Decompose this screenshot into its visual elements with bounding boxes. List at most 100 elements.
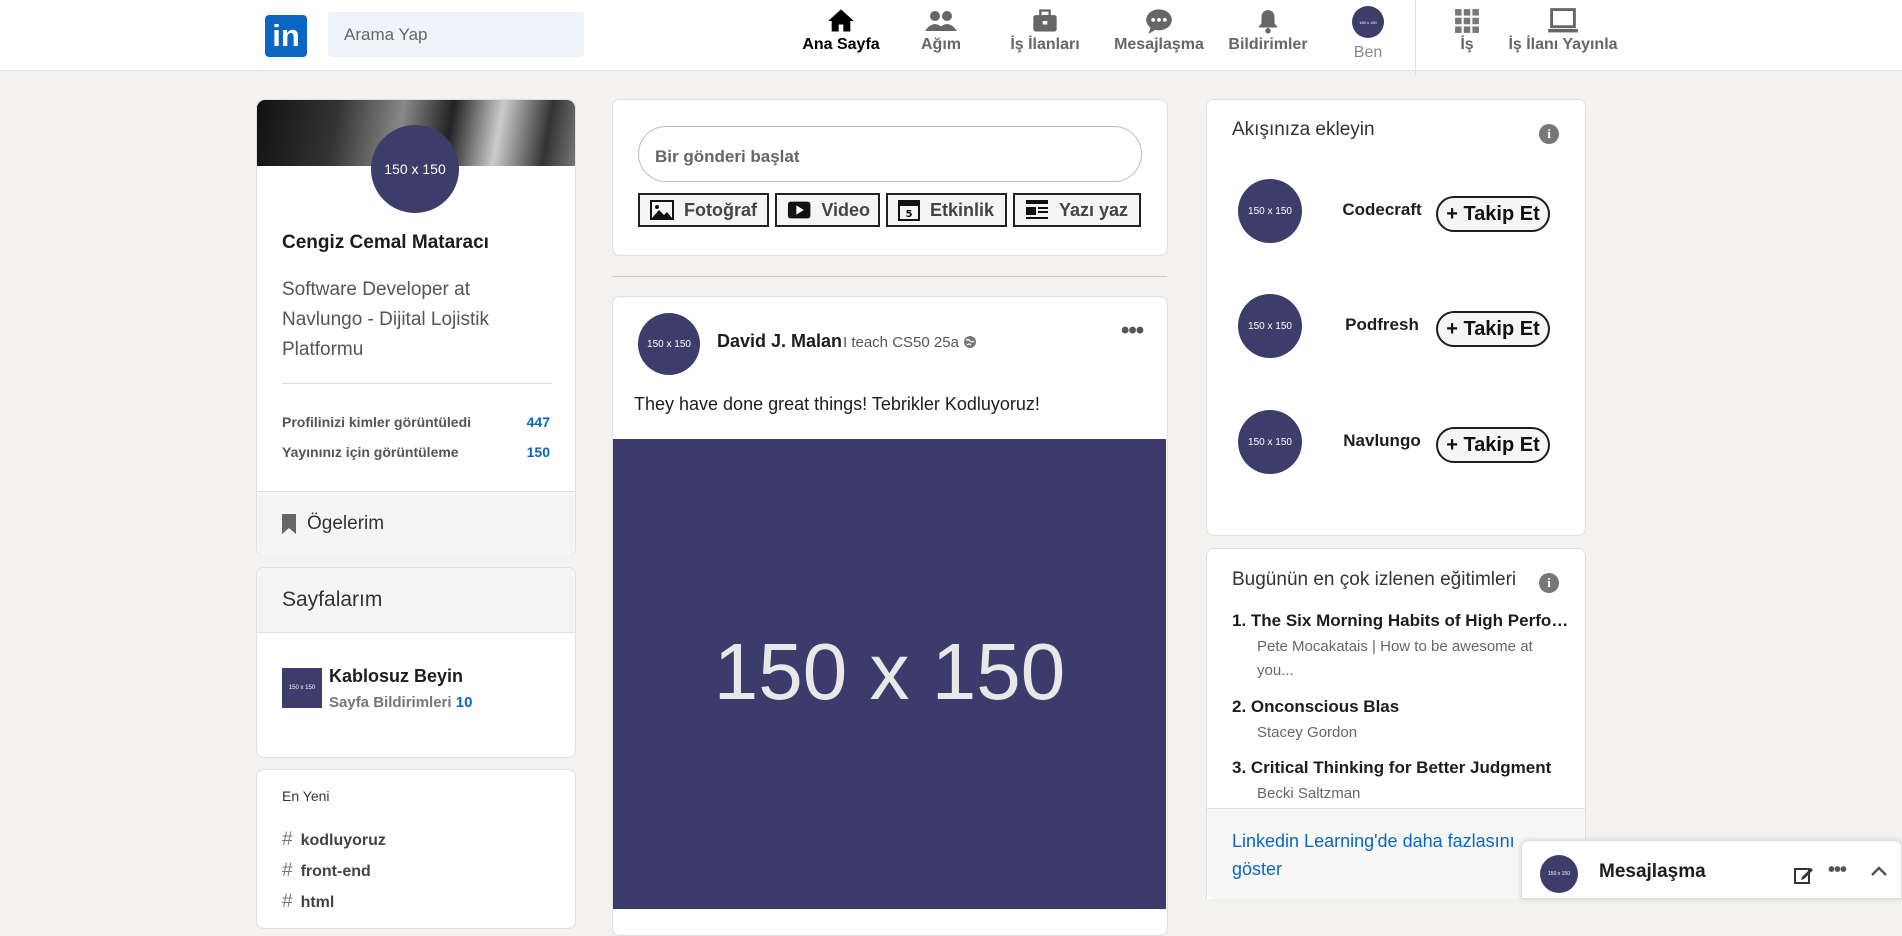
- my-pages-card: Sayfalarım 150 x 150 Kablosuz Beyin Sayf…: [256, 567, 576, 758]
- follow-button[interactable]: + Takip Et: [1436, 311, 1550, 347]
- suggestion-name[interactable]: Codecraft: [1317, 200, 1447, 220]
- nav-home[interactable]: Ana Sayfa: [790, 6, 892, 54]
- post-more-options-button[interactable]: •••: [1121, 317, 1144, 345]
- learning-more-link[interactable]: Linkedin Learning'de daha fazlasını göst…: [1232, 827, 1522, 883]
- home-icon: [828, 9, 854, 32]
- post-image[interactable]: 150 x 150: [613, 439, 1166, 909]
- page-notifications[interactable]: Sayfa Bildirimleri 10: [329, 694, 472, 711]
- pages-header: Sayfalarım: [257, 568, 575, 633]
- stat-profile-views[interactable]: Profilinizi kimler görüntüledi 447: [282, 414, 550, 430]
- search-input[interactable]: [328, 12, 584, 57]
- write-article-label: Yazı yaz: [1059, 199, 1129, 220]
- follow-button[interactable]: + Takip Et: [1436, 427, 1550, 463]
- nav-notifications-label: Bildirimler: [1228, 36, 1308, 53]
- my-items-link[interactable]: Ögelerim: [257, 491, 575, 556]
- info-icon[interactable]: i: [1539, 573, 1559, 593]
- globe-icon: [964, 336, 977, 348]
- page-thumbnail[interactable]: 150 x 150: [282, 668, 322, 708]
- nav-network-label: Ağım: [921, 36, 961, 53]
- profile-name[interactable]: Cengiz Cemal Mataracı: [282, 232, 489, 254]
- stat-value: 150: [526, 444, 550, 460]
- follow-button[interactable]: + Takip Et: [1436, 196, 1550, 232]
- course-item[interactable]: 3. Critical Thinking for Better Judgment…: [1232, 758, 1572, 806]
- article-icon: [1026, 200, 1048, 219]
- messaging-dock[interactable]: 150 x 150 Mesajlaşma •••: [1521, 840, 1902, 899]
- photo-label: Fotoğraf: [684, 199, 757, 220]
- hashtag-label: front-end: [300, 863, 371, 880]
- nav-jobs[interactable]: İş İlanları: [1005, 6, 1085, 54]
- profile-avatar[interactable]: 150 x 150: [371, 125, 459, 213]
- stat-post-views[interactable]: Yayınınız için görüntüleme 150: [282, 444, 550, 460]
- compose-icon[interactable]: [1794, 865, 1814, 885]
- hashtag-item[interactable]: # html: [282, 891, 334, 913]
- post-text: They have done great things! Tebrikler K…: [634, 394, 1040, 414]
- video-label: Video: [821, 199, 870, 220]
- event-button[interactable]: 5 Etkinlik: [886, 193, 1007, 227]
- learning-title: Bugünün en çok izlenen eğitimleri: [1232, 569, 1517, 590]
- hashtag-item[interactable]: # front-end: [282, 860, 371, 882]
- stat-label: Profilinizi kimler görüntüledi: [282, 414, 472, 430]
- pages-title: Sayfalarım: [282, 588, 383, 611]
- messaging-avatar: 150 x 150: [1540, 855, 1578, 893]
- recent-card: En Yeni # kodluyoruz # front-end # html: [256, 769, 576, 929]
- my-items-label: Ögelerim: [307, 513, 385, 534]
- calendar-icon: 5: [898, 200, 920, 221]
- hashtag-label: html: [300, 894, 335, 911]
- course-author: Pete Mocakatais | How to be awesome at y…: [1257, 638, 1533, 679]
- suggestion-avatar[interactable]: 150 x 150: [1238, 294, 1302, 358]
- linkedin-logo[interactable]: in: [265, 15, 307, 57]
- grid-icon: [1455, 9, 1479, 33]
- feed-divider: [612, 276, 1167, 277]
- messaging-title[interactable]: Mesajlaşma: [1599, 861, 1706, 883]
- chevron-up-icon[interactable]: [1870, 865, 1888, 877]
- info-icon[interactable]: i: [1539, 124, 1559, 144]
- nav-messaging[interactable]: Mesajlaşma: [1110, 6, 1208, 54]
- nav-me[interactable]: 150 x 150 Ben: [1350, 6, 1386, 62]
- write-article-button[interactable]: Yazı yaz: [1013, 193, 1141, 227]
- course-author: Stacey Gordon: [1257, 724, 1358, 741]
- feed-post: 150 x 150 David J. Malan I teach CS50 25…: [612, 296, 1168, 936]
- svg-text:5: 5: [906, 209, 913, 220]
- start-post-input[interactable]: Bir gönderi başlat: [638, 126, 1142, 182]
- nav-post-job[interactable]: İş İlanı Yayınla: [1507, 6, 1619, 54]
- nav-network[interactable]: Ağım: [910, 6, 972, 54]
- add-to-feed-card: Akışınıza ekleyin i 150 x 150 Codecraft …: [1206, 99, 1586, 536]
- hashtag-icon: #: [282, 891, 293, 912]
- suggestion-name[interactable]: Navlungo: [1317, 431, 1447, 451]
- photo-button[interactable]: Fotoğraf: [638, 193, 769, 227]
- nav-jobs-label: İş İlanları: [1010, 36, 1080, 53]
- nav-work[interactable]: İş: [1450, 6, 1484, 54]
- hashtag-icon: #: [282, 860, 293, 881]
- video-button[interactable]: Video: [775, 193, 880, 227]
- divider: [282, 383, 552, 384]
- nav-me-label: Ben: [1353, 44, 1383, 61]
- top-navigation-bar: in Ana Sayfa Ağım İş İlanları Mesajlaşma…: [0, 0, 1902, 76]
- hashtag-icon: #: [282, 829, 293, 850]
- nav-separator: [1415, 0, 1416, 76]
- post-meta: I teach CS50 25a: [843, 334, 977, 351]
- bell-icon: [1258, 10, 1278, 34]
- course-title[interactable]: 1. The Six Morning Habits of High Perfor…: [1232, 611, 1572, 631]
- post-author-name[interactable]: David J. Malan: [717, 331, 842, 352]
- video-icon: [787, 201, 811, 219]
- suggestion-name[interactable]: Podfresh: [1317, 315, 1447, 335]
- hashtag-label: kodluyoruz: [300, 832, 386, 849]
- hashtag-item[interactable]: # kodluyoruz: [282, 829, 386, 851]
- briefcase-icon: [1033, 9, 1057, 32]
- suggestion-avatar[interactable]: 150 x 150: [1238, 410, 1302, 474]
- post-author-avatar[interactable]: 150 x 150: [638, 313, 700, 375]
- post-composer: Bir gönderi başlat Fotoğraf Video 5 Etki…: [612, 99, 1168, 256]
- nav-notifications[interactable]: Bildirimler: [1225, 6, 1311, 54]
- nav-home-label: Ana Sayfa: [802, 36, 880, 53]
- people-icon: [925, 11, 957, 31]
- course-item[interactable]: 2. Onconscious Blas Stacey Gordon: [1232, 697, 1572, 745]
- course-item[interactable]: 1. The Six Morning Habits of High Perfor…: [1232, 611, 1572, 683]
- add-to-feed-title: Akışınıza ekleyin: [1232, 119, 1375, 140]
- laptop-icon: [1548, 8, 1578, 33]
- course-title[interactable]: 3. Critical Thinking for Better Judgment: [1232, 758, 1572, 778]
- page-name-link[interactable]: Kablosuz Beyin: [329, 666, 463, 687]
- suggestion-avatar[interactable]: 150 x 150: [1238, 179, 1302, 243]
- course-author: Becki Saltzman: [1257, 785, 1361, 802]
- messaging-more-icon[interactable]: •••: [1828, 859, 1847, 882]
- course-title[interactable]: 2. Onconscious Blas: [1232, 697, 1572, 717]
